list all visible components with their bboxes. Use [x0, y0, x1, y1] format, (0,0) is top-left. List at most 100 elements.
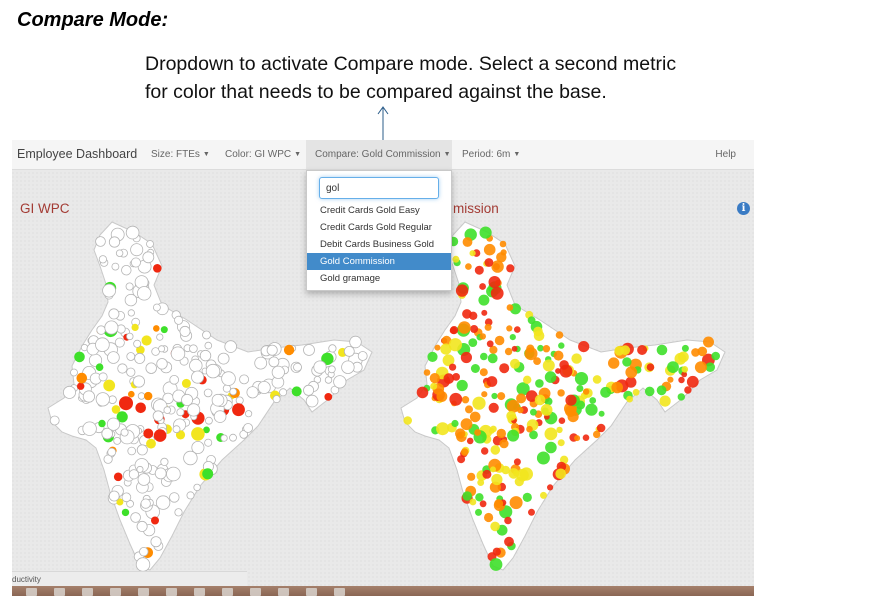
map-bubble[interactable] [681, 344, 689, 352]
map-bubble[interactable] [127, 309, 135, 317]
map-bubble[interactable] [174, 315, 184, 325]
map-bubble[interactable] [443, 373, 455, 384]
map-bubble[interactable] [254, 356, 268, 370]
taskbar-app-icon[interactable] [26, 588, 37, 596]
map-bubble[interactable] [163, 406, 172, 414]
map-bubble[interactable] [136, 444, 148, 456]
taskbar-app-icon[interactable] [222, 588, 233, 596]
dropdown-item-gold-gramage[interactable]: Gold gramage [307, 270, 451, 287]
map-bubble[interactable] [135, 402, 146, 414]
map-bubble[interactable] [558, 342, 565, 349]
map-bubble[interactable] [108, 490, 120, 502]
map-bubble[interactable] [268, 356, 280, 368]
map-bubble[interactable] [434, 344, 441, 351]
map-bubble[interactable] [77, 382, 85, 390]
map-bubble[interactable] [303, 384, 315, 396]
map-bubble[interactable] [130, 243, 144, 257]
map-bubble[interactable] [467, 472, 476, 481]
map-bubble[interactable] [542, 345, 551, 353]
map-bubble[interactable] [126, 332, 134, 341]
map-bubble[interactable] [677, 393, 685, 401]
map-bubble[interactable] [574, 372, 589, 386]
map-bubble[interactable] [504, 516, 512, 525]
map-bubble[interactable] [128, 390, 135, 398]
map-bubble[interactable] [403, 416, 413, 425]
map-bubble[interactable] [686, 375, 699, 388]
map-bubble[interactable] [632, 388, 640, 396]
map-bubble[interactable] [126, 352, 136, 361]
map-bubble[interactable] [484, 323, 492, 331]
map-bubble[interactable] [542, 359, 555, 372]
map-bubble[interactable] [656, 385, 667, 396]
map-bubble[interactable] [181, 378, 191, 388]
map-bubble[interactable] [130, 512, 141, 523]
help-link[interactable]: Help [715, 149, 736, 160]
map-bubble[interactable] [199, 349, 212, 362]
taskbar-app-icon[interactable] [138, 588, 149, 596]
map-bubble[interactable] [479, 226, 492, 239]
map-bubble[interactable] [153, 264, 162, 273]
map-bubble[interactable] [487, 353, 498, 364]
map-bubble[interactable] [576, 385, 584, 392]
map-bubble[interactable] [145, 362, 157, 374]
map-bubble[interactable] [98, 419, 106, 428]
map-bubble[interactable] [625, 366, 638, 379]
map-bubble[interactable] [465, 263, 472, 270]
map-bubble[interactable] [156, 333, 164, 341]
map-bubble[interactable] [555, 468, 566, 480]
map-bubble[interactable] [582, 434, 590, 442]
map-bubble[interactable] [155, 495, 171, 510]
map-bubble[interactable] [479, 500, 487, 508]
map-bubble[interactable] [313, 360, 327, 374]
map-bubble[interactable] [455, 284, 469, 297]
map-bubble[interactable] [478, 294, 490, 306]
map-bubble[interactable] [474, 265, 484, 275]
map-bubble[interactable] [462, 237, 473, 247]
map-bubble[interactable] [509, 334, 516, 341]
map-bubble[interactable] [202, 330, 211, 340]
map-bubble[interactable] [490, 445, 501, 455]
map-bubble[interactable] [203, 388, 213, 398]
map-bubble[interactable] [156, 358, 168, 370]
map-bubble[interactable] [611, 381, 623, 394]
map-bubble[interactable] [519, 467, 533, 481]
dropdown-item-credit-cards-gold-easy[interactable]: Credit Cards Gold Easy [307, 202, 451, 219]
map-bubble[interactable] [328, 344, 337, 353]
map-bubble[interactable] [136, 520, 148, 532]
map-bubble[interactable] [272, 395, 281, 404]
map-bubble[interactable] [243, 423, 254, 433]
map-bubble[interactable] [494, 499, 504, 509]
map-bubble[interactable] [121, 264, 132, 276]
map-bubble[interactable] [124, 293, 138, 307]
taskbar-app-icon[interactable] [306, 588, 317, 596]
map-bubble[interactable] [578, 341, 590, 353]
map-bubble[interactable] [496, 428, 506, 439]
map-bubble[interactable] [136, 286, 152, 301]
map-bubble[interactable] [120, 428, 129, 437]
map-bubble[interactable] [535, 379, 544, 388]
info-icon[interactable]: i [737, 202, 750, 215]
map-bubble[interactable] [486, 376, 498, 387]
map-bubble[interactable] [468, 338, 478, 347]
map-bubble[interactable] [181, 393, 194, 406]
map-bubble[interactable] [483, 243, 496, 256]
map-bubble[interactable] [143, 428, 154, 439]
map-bubble[interactable] [499, 240, 507, 248]
map-bubble[interactable] [140, 498, 151, 509]
map-bubble[interactable] [646, 363, 655, 371]
map-bubble[interactable] [121, 492, 132, 503]
map-bubble[interactable] [553, 350, 564, 361]
map-bubble[interactable] [121, 508, 130, 517]
map-bubble[interactable] [608, 357, 620, 369]
map-bubble[interactable] [506, 304, 514, 311]
map-bubble[interactable] [169, 375, 180, 385]
map-bubble[interactable] [557, 389, 565, 397]
map-bubble[interactable] [504, 347, 513, 356]
period-dropdown[interactable]: Period: 6m ▼ [462, 149, 520, 160]
map-bubble[interactable] [469, 498, 477, 506]
map-bubble[interactable] [461, 396, 470, 404]
map-bubble[interactable] [106, 417, 121, 431]
map-bubble[interactable] [571, 353, 582, 364]
map-bubble[interactable] [559, 364, 573, 378]
map-bubble[interactable] [117, 363, 128, 374]
